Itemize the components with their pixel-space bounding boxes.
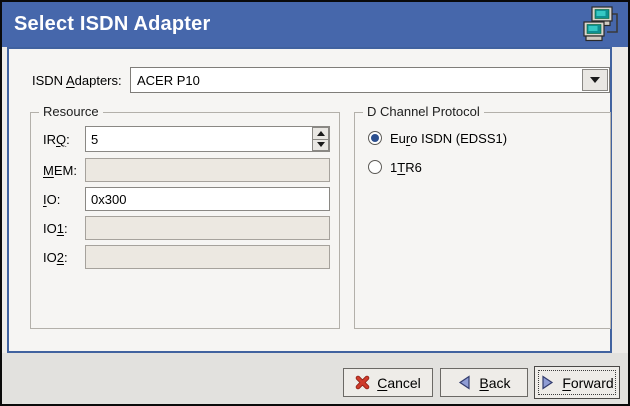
mem-input — [85, 158, 330, 182]
forward-button-label: Forward — [562, 375, 613, 391]
irq-row: IRQ: — [43, 126, 330, 152]
radio-euro-isdn[interactable]: Euro ISDN (EDSS1) — [368, 128, 507, 148]
io-row: IO: — [43, 187, 330, 211]
radio-1tr6[interactable]: 1TR6 — [368, 157, 422, 177]
back-button-label: Back — [479, 375, 510, 391]
resource-group-title: Resource — [39, 104, 103, 119]
content-panel: ISDN Adapters: ACER P10 Resource IRQ: — [7, 47, 612, 353]
d-channel-protocol-title: D Channel Protocol — [363, 104, 484, 119]
arrow-right-icon — [540, 375, 555, 390]
forward-button[interactable]: Forward — [534, 366, 620, 399]
irq-spinner — [85, 126, 330, 152]
mem-label: MEM: — [43, 163, 85, 178]
cancel-button-label: Cancel — [377, 375, 421, 391]
radio-euro-isdn-label: Euro ISDN (EDSS1) — [390, 131, 507, 146]
isdn-adapters-label: ISDN Adapters: — [32, 67, 122, 93]
isdn-adapter-combobox[interactable]: ACER P10 — [130, 67, 610, 93]
combobox-dropdown-button[interactable] — [582, 69, 608, 91]
io1-input — [85, 216, 330, 240]
io1-row: IO1: — [43, 216, 330, 240]
dialog-title: Select ISDN Adapter — [2, 13, 210, 36]
resource-group: Resource IRQ: MEM: IO: — [30, 112, 340, 329]
chevron-down-icon — [590, 77, 600, 83]
red-x-icon — [355, 375, 370, 390]
irq-spin-up-button[interactable] — [312, 127, 329, 140]
button-bar: Cancel Back Forward — [2, 353, 628, 404]
irq-spin-down-button[interactable] — [312, 140, 329, 152]
io2-label: IO2: — [43, 250, 85, 265]
isdn-adapter-selected-value: ACER P10 — [131, 73, 581, 88]
radio-unselected-icon[interactable] — [368, 160, 382, 174]
irq-input[interactable] — [86, 127, 312, 151]
back-button[interactable]: Back — [440, 368, 528, 397]
io2-row: IO2: — [43, 245, 330, 269]
d-channel-protocol-group: D Channel Protocol Euro ISDN (EDSS1) 1TR… — [354, 112, 611, 329]
io2-input — [85, 245, 330, 269]
chevron-up-icon — [317, 131, 325, 136]
io1-label: IO1: — [43, 221, 85, 236]
io-label: IO: — [43, 192, 85, 207]
networked-computers-icon — [581, 5, 621, 45]
mem-row: MEM: — [43, 158, 330, 182]
arrow-left-icon — [457, 375, 472, 390]
cancel-button[interactable]: Cancel — [343, 368, 433, 397]
chevron-down-icon — [317, 142, 325, 147]
radio-selected-icon[interactable] — [368, 131, 382, 145]
dialog-window: Select ISDN Adapter ISDN Adapters: — [0, 0, 630, 406]
irq-label: IRQ: — [43, 132, 85, 147]
radio-1tr6-label: 1TR6 — [390, 160, 422, 175]
io-input[interactable] — [85, 187, 330, 211]
dialog-titlebar: Select ISDN Adapter — [2, 2, 628, 47]
